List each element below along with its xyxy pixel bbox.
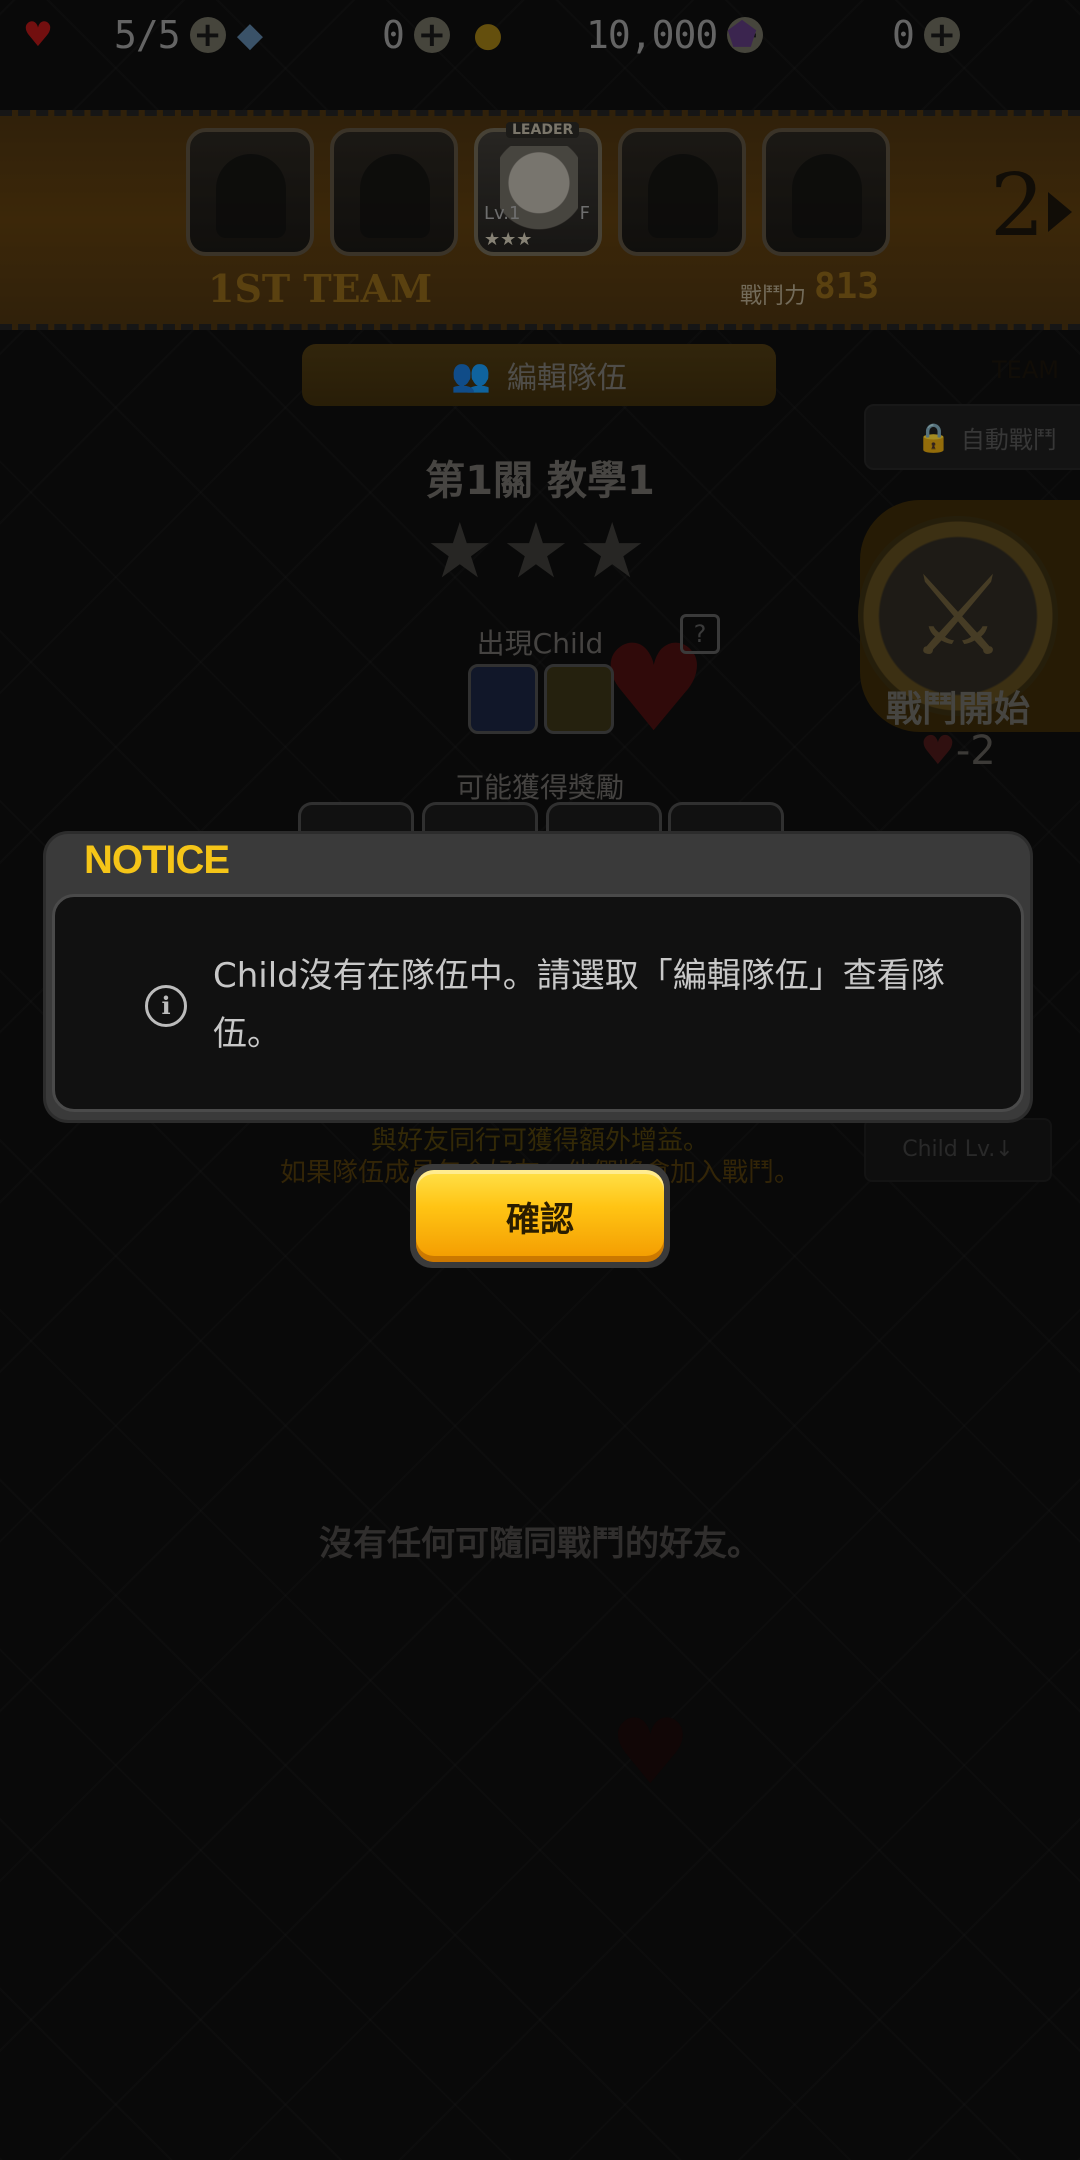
notice-body: i Child沒有在隊伍中。請選取「編輯隊伍」查看隊伍。 — [52, 894, 1024, 1112]
stage-screen: ♥ 5/5 + ◆ 0 + ● 10,000 + ⬟ 0 + LEADER Lv… — [0, 0, 1080, 2160]
notice-dialog: NOTICE i Child沒有在隊伍中。請選取「編輯隊伍」查看隊伍。 — [46, 834, 1030, 1120]
confirm-button[interactable]: 確認 — [410, 1164, 670, 1268]
notice-title: NOTICE — [84, 838, 230, 882]
info-icon: i — [145, 985, 187, 1027]
confirm-label: 確認 — [416, 1170, 664, 1262]
notice-message: Child沒有在隊伍中。請選取「編輯隊伍」查看隊伍。 — [213, 956, 945, 1054]
